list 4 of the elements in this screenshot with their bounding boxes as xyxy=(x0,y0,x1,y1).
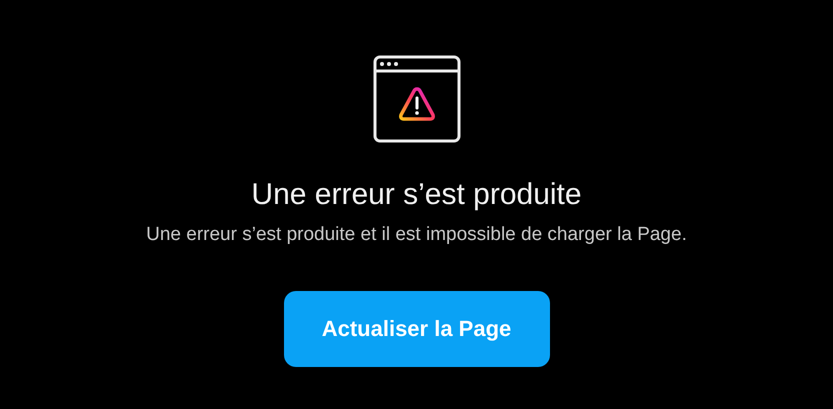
error-message: Une erreur s’est produite et il est impossible de charger la Page. xyxy=(146,223,687,247)
browser-warning-icon xyxy=(372,55,460,143)
error-title: Une erreur s’est produite xyxy=(251,177,582,213)
reload-button[interactable]: Actualiser la Page xyxy=(284,291,550,367)
